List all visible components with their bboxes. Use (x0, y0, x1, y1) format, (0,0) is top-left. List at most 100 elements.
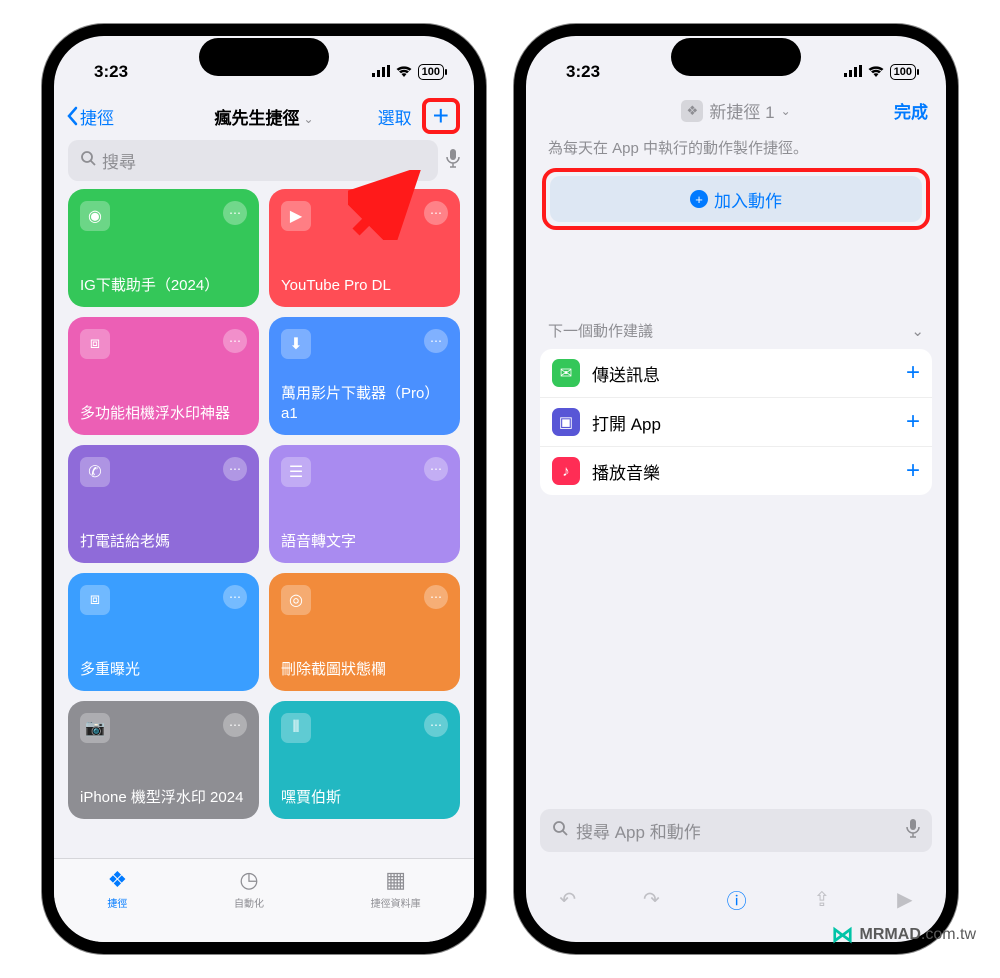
dynamic-island (199, 38, 329, 76)
battery-icon: 100 (418, 64, 444, 80)
phone-right: 3:23 100 ❖ 新捷徑 1 ⌄ 完成 為每天在 App 中執行的動作製作捷… (514, 24, 958, 954)
app-icon: ♪ (552, 457, 580, 485)
add-shortcut-button[interactable]: + (422, 98, 460, 134)
tile-label: IG下載助手（2024） (80, 276, 247, 296)
shortcut-tile[interactable]: ⧈⋯多功能相機浮水印神器 (68, 317, 259, 435)
shortcut-icon: ❖ (681, 100, 703, 122)
back-label: 捷徑 (80, 104, 114, 129)
chevron-down-icon: ⌄ (781, 104, 791, 118)
shortcut-tile[interactable]: ✆⋯打電話給老媽 (68, 445, 259, 563)
tab-gallery[interactable]: ▦ 捷徑資料庫 (371, 867, 421, 910)
wifi-icon (395, 62, 413, 82)
status-time: 3:23 (94, 62, 128, 82)
shortcut-tile[interactable]: ◎ ⋯ 刪除截圖狀態欄 (269, 573, 460, 691)
search-placeholder: 搜尋 (102, 148, 136, 173)
tile-icon: ◉ (80, 201, 110, 231)
automation-icon: ◷ (239, 867, 258, 893)
shortcut-tile[interactable]: 📷 ⋯ iPhone 機型浮水印 2024 (68, 701, 259, 819)
app-icon: ✉ (552, 359, 580, 387)
add-suggestion-button[interactable]: + (906, 408, 920, 436)
add-suggestion-button[interactable]: + (906, 359, 920, 387)
search-input[interactable]: 搜尋 (68, 140, 438, 181)
tile-menu-button[interactable]: ⋯ (424, 457, 448, 481)
tile-icon: ⦀ (281, 713, 311, 743)
redo-button[interactable]: ↷ (643, 887, 660, 912)
tile-menu-button[interactable]: ⋯ (223, 457, 247, 481)
page-title[interactable]: 瘋先生捷徑 (214, 109, 299, 128)
back-button[interactable]: 捷徑 (66, 104, 114, 129)
nav-bar: ❖ 新捷徑 1 ⌄ 完成 (526, 94, 946, 131)
info-button[interactable]: ⓘ (727, 885, 747, 914)
cellular-icon (372, 62, 390, 82)
add-action-button[interactable]: + 加入動作 (550, 176, 922, 222)
suggestion-row[interactable]: ♪ 播放音樂 + (540, 447, 932, 495)
tile-label: 萬用影片下載器（Pro）a1 (281, 384, 448, 423)
suggestion-label: 播放音樂 (592, 459, 660, 484)
shortcut-tile[interactable]: ⬇ ⋯ 萬用影片下載器（Pro）a1 (269, 317, 460, 435)
tile-label: 語音轉文字 (281, 532, 448, 552)
search-icon (552, 820, 568, 841)
shortcut-tile[interactable]: ◉ ⋯ IG下載助手（2024） (68, 189, 259, 307)
tile-label: 多重曝光 (80, 660, 247, 680)
tile-icon: ⬇ (281, 329, 311, 359)
app-icon: ▣ (552, 408, 580, 436)
tab-shortcuts[interactable]: ❖ 捷徑 (107, 867, 127, 910)
select-button[interactable]: 選取 (378, 104, 412, 129)
plus-circle-icon: + (690, 190, 708, 208)
shortcut-tile[interactable]: ⧈ ⋯ 多重曝光 (68, 573, 259, 691)
shortcut-tile[interactable]: ⦀ ⋯ 嘿賈伯斯 (269, 701, 460, 819)
watermark: ⋈ MRMAD.com.tw (832, 922, 976, 948)
undo-button[interactable]: ↶ (559, 887, 576, 912)
tile-menu-button[interactable]: ⋯ (424, 585, 448, 609)
status-time: 3:23 (566, 62, 600, 82)
add-action-highlight: + 加入動作 (542, 168, 930, 230)
tab-bar: ❖ 捷徑 ◷ 自動化 ▦ 捷徑資料庫 (54, 858, 474, 942)
search-actions-input[interactable]: 搜尋 App 和動作 (540, 809, 932, 852)
play-button[interactable]: ▶ (897, 887, 912, 912)
nav-bar: 捷徑 瘋先生捷徑 ⌄ 選取 + (54, 94, 474, 140)
mic-icon[interactable] (446, 148, 460, 173)
tab-automation[interactable]: ◷ 自動化 (234, 867, 264, 910)
tile-menu-button[interactable]: ⋯ (424, 713, 448, 737)
shortcut-tile[interactable]: ☰ ⋯ 語音轉文字 (269, 445, 460, 563)
dynamic-island (671, 38, 801, 76)
tile-icon: ☰ (281, 457, 311, 487)
gallery-icon: ▦ (385, 867, 406, 893)
shortcut-title[interactable]: ❖ 新捷徑 1 ⌄ (526, 98, 946, 123)
tile-label: iPhone 機型浮水印 2024 (80, 788, 247, 808)
tile-label: 嘿賈伯斯 (281, 788, 448, 808)
tile-menu-button[interactable]: ⋯ (424, 329, 448, 353)
tile-label: 多功能相機浮水印神器 (80, 404, 247, 424)
suggestions-header[interactable]: 下一個動作建議 ⌄ (526, 230, 946, 349)
shortcuts-grid: ◉ ⋯ IG下載助手（2024） ▶ ⋯ YouTube Pro DL ⧈ ⋯ 多功能相機浮水印… (68, 189, 460, 819)
cellular-icon (844, 62, 862, 82)
chevron-down-icon: ⌄ (303, 112, 313, 126)
share-button[interactable]: ⇪ (814, 887, 831, 912)
suggestion-label: 打開 App (592, 410, 661, 435)
tile-menu-button[interactable]: ⋯ (424, 201, 448, 225)
suggestion-row[interactable]: ✉ 傳送訊息 + (540, 349, 932, 398)
search-icon (80, 150, 96, 171)
tile-menu-button[interactable]: ⋯ (223, 329, 247, 353)
tile-icon: ▶ (281, 201, 311, 231)
tile-menu-button[interactable]: ⋯ (223, 713, 247, 737)
tile-menu-button[interactable]: ⋯ (223, 585, 247, 609)
add-suggestion-button[interactable]: + (906, 457, 920, 485)
tile-menu-button[interactable]: ⋯ (223, 201, 247, 225)
mic-icon[interactable] (906, 818, 920, 843)
wifi-icon (867, 62, 885, 82)
tile-icon: ✆ (80, 457, 110, 487)
editor-subtitle: 為每天在 App 中執行的動作製作捷徑。 (526, 131, 946, 168)
tile-icon: ⧈ (80, 585, 110, 615)
suggestion-row[interactable]: ▣ 打開 App + (540, 398, 932, 447)
shortcuts-icon: ❖ (107, 867, 127, 893)
tile-icon: ◎ (281, 585, 311, 615)
shortcut-tile[interactable]: ▶ ⋯ YouTube Pro DL (269, 189, 460, 307)
phone-left: 3:23 100 捷徑 瘋先生捷徑 ⌄ 選取 + (42, 24, 486, 954)
editor-toolbar: ↶ ↷ ⓘ ⇪ ▶ (526, 885, 946, 914)
tile-label: YouTube Pro DL (281, 276, 448, 296)
chevron-down-icon: ⌄ (911, 322, 924, 340)
tile-icon: 📷 (80, 713, 110, 743)
suggestion-label: 傳送訊息 (592, 361, 660, 386)
tile-label: 刪除截圖狀態欄 (281, 660, 448, 680)
